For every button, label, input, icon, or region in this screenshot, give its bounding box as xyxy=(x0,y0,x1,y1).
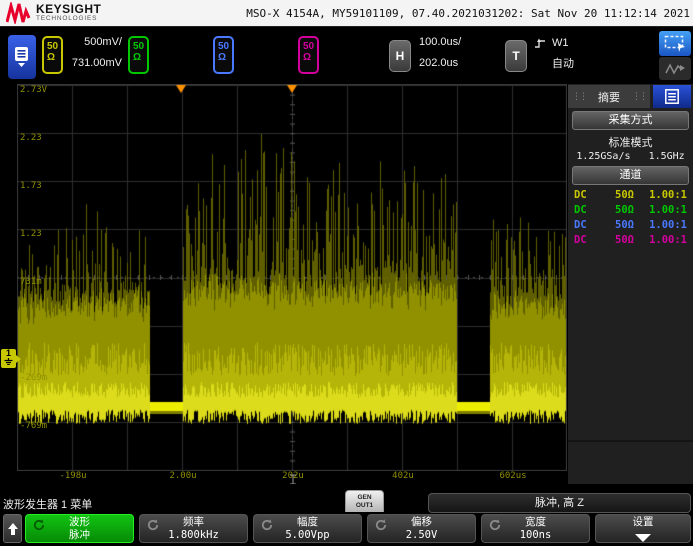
softkey-frequency[interactable]: 频率 1.800kHz xyxy=(139,514,248,543)
channel1-impedance-badge[interactable]: 50 Ω xyxy=(42,36,63,74)
waveform-tool-button[interactable] xyxy=(659,57,691,80)
acquisition-mode-value: 标准模式 xyxy=(568,134,693,150)
zoom-select-button[interactable] xyxy=(659,31,691,56)
channel3-impedance-badge[interactable]: 50 Ω xyxy=(213,36,234,74)
toolbar: 50 Ω 500mV/ 731.00mV 50 Ω 50 Ω 50 Ω H 10… xyxy=(0,27,693,84)
knob-icon xyxy=(147,519,159,531)
volt-label-0: 2.73V xyxy=(20,85,47,95)
ground-symbol-icon xyxy=(4,358,13,365)
gen-out1-button[interactable]: GEN OUT1 xyxy=(345,490,384,512)
volt-label-1: 2.23 xyxy=(20,133,42,143)
time-label-3: 402u xyxy=(392,471,414,481)
time-label-0: -198u xyxy=(59,471,86,481)
bandwidth: 1.5GHz xyxy=(649,151,685,162)
plot-area: 2.73V 2.23 1.73 1.23 731m 231m -269m -76… xyxy=(0,84,568,484)
keysight-logo: KEYSIGHT TECHNOLOGIES xyxy=(6,2,101,24)
main-menu-button[interactable] xyxy=(8,35,36,79)
knob-icon xyxy=(489,519,501,531)
sidebar-divider xyxy=(568,440,693,442)
softkey-waveform[interactable]: 波形 脉冲 xyxy=(25,514,134,543)
channel1-scale: 500mV/ xyxy=(66,37,122,48)
trigger-source: W1 xyxy=(552,38,569,49)
rising-edge-icon xyxy=(534,37,546,49)
volt-label-6: -269m xyxy=(20,373,47,383)
status-row: 波形发生器 1 菜单 GEN OUT1 脉冲, 高 Z xyxy=(0,484,693,514)
sidebar-menu-button[interactable] xyxy=(653,85,691,108)
softkey-row: 波形 脉冲 频率 1.800kHz 幅度 5.00Vpp 偏移 xyxy=(0,514,693,546)
volt-label-3: 1.23 xyxy=(20,229,42,239)
volt-label-2: 1.73 xyxy=(20,181,42,191)
brand-name: KEYSIGHT xyxy=(36,3,101,15)
channel1-info-row: DC 50Ω 1.00:1 xyxy=(574,189,687,203)
drag-handle-icon[interactable]: ⋮⋮ xyxy=(632,91,646,102)
zigzag-wave-icon xyxy=(665,62,685,76)
softkey-offset[interactable]: 偏移 2.50V xyxy=(367,514,476,543)
trigger-button[interactable]: T xyxy=(505,40,527,72)
down-arrow-icon xyxy=(635,534,651,542)
volt-label-5: 231m xyxy=(20,325,42,335)
timebase-scale: 100.0us/ xyxy=(419,37,461,48)
brand-subtitle: TECHNOLOGIES xyxy=(36,15,101,23)
channels-button[interactable]: 通道 xyxy=(572,166,689,185)
waveform-display[interactable] xyxy=(17,84,567,471)
channel4-info-row: DC 50Ω 1.00:1 xyxy=(574,234,687,248)
menu-list-icon xyxy=(665,89,679,104)
oscilloscope-screen: KEYSIGHT TECHNOLOGIES MSO-X 4154A, MY591… xyxy=(0,0,693,546)
timebase-delay: 202.0us xyxy=(419,58,461,69)
channel1-offset: 731.00mV xyxy=(66,58,122,69)
keysight-logo-icon xyxy=(6,2,32,24)
up-arrow-icon xyxy=(7,522,19,536)
horizontal-button[interactable]: H xyxy=(389,40,411,72)
horizontal-readout: 100.0us/ 202.0us xyxy=(419,37,461,79)
knob-icon xyxy=(375,519,387,531)
channel1-readout[interactable]: 500mV/ 731.00mV xyxy=(66,37,122,79)
sample-rate: 1.25GSa/s xyxy=(576,151,630,162)
time-label-4: 602us xyxy=(499,471,526,481)
softkey-width[interactable]: 宽度 100ns xyxy=(481,514,590,543)
summary-sidebar: ⋮⋮ 摘要 ⋮⋮ 采集方式 标准模式 1.25GSa/s 1.5GHz 通道 D… xyxy=(568,84,693,484)
channel2-impedance-badge[interactable]: 50 Ω xyxy=(128,36,149,74)
title-bar: KEYSIGHT TECHNOLOGIES MSO-X 4154A, MY591… xyxy=(0,0,693,27)
channel2-info-row: DC 50Ω 1.00:1 xyxy=(574,204,687,218)
menu-list-icon xyxy=(14,47,30,67)
instrument-status-text: MSO-X 4154A, MY59101109, 07.40.202103120… xyxy=(246,7,690,20)
channel1-ground-marker[interactable]: 1 xyxy=(1,349,16,368)
volt-label-4: 731m xyxy=(20,277,42,287)
channel4-impedance-badge[interactable]: 50 Ω xyxy=(298,36,319,74)
sidebar-title: 摘要 xyxy=(598,89,620,105)
trigger-mode: 自动 xyxy=(552,59,574,70)
acquisition-mode-button[interactable]: 采集方式 xyxy=(572,111,689,130)
sample-rate-bandwidth: 1.25GSa/s 1.5GHz xyxy=(568,151,693,162)
channel3-info-row: DC 50Ω 1.00:1 xyxy=(574,219,687,233)
trigger-readout: W1 自动 xyxy=(534,37,574,80)
generator-menu-title: 波形发生器 1 菜单 xyxy=(3,496,92,512)
time-label-1: 2.00u xyxy=(169,471,196,481)
output-status-bar: 脉冲, 高 Z xyxy=(428,493,691,513)
knob-icon xyxy=(33,519,45,531)
volt-label-7: -769m xyxy=(20,421,47,431)
menu-up-button[interactable] xyxy=(3,514,22,543)
selection-rect-icon xyxy=(664,35,686,52)
sidebar-header[interactable]: ⋮⋮ 摘要 ⋮⋮ xyxy=(568,85,650,108)
softkey-settings[interactable]: 设置 xyxy=(595,514,691,543)
softkey-amplitude[interactable]: 幅度 5.00Vpp xyxy=(253,514,362,543)
drag-handle-icon[interactable]: ⋮⋮ xyxy=(572,91,586,102)
knob-icon xyxy=(261,519,273,531)
